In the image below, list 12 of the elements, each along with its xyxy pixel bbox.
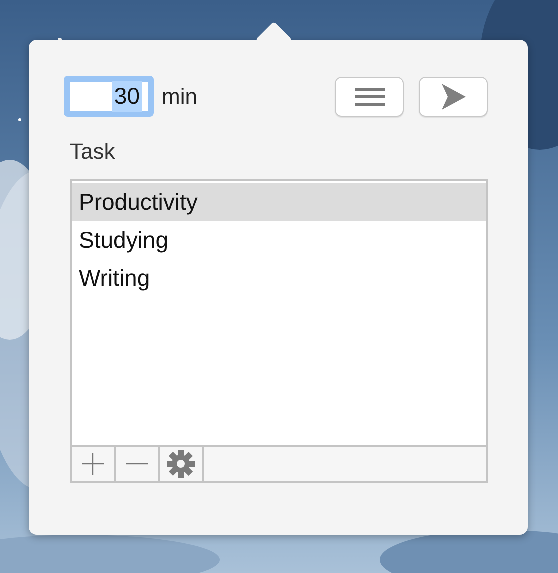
plus-icon bbox=[82, 453, 104, 475]
menu-button[interactable] bbox=[335, 76, 404, 116]
task-item[interactable]: Writing bbox=[72, 259, 486, 297]
menu-icon bbox=[354, 86, 384, 106]
task-item[interactable]: Studying bbox=[72, 221, 486, 259]
unit-label: min bbox=[162, 84, 198, 110]
task-item[interactable]: Productivity bbox=[72, 183, 486, 221]
send-button[interactable] bbox=[419, 76, 488, 116]
minus-icon bbox=[126, 463, 148, 465]
arrow-icon bbox=[442, 84, 466, 110]
task-label: Task bbox=[70, 139, 116, 165]
minutes-field[interactable]: 30 bbox=[64, 76, 154, 117]
